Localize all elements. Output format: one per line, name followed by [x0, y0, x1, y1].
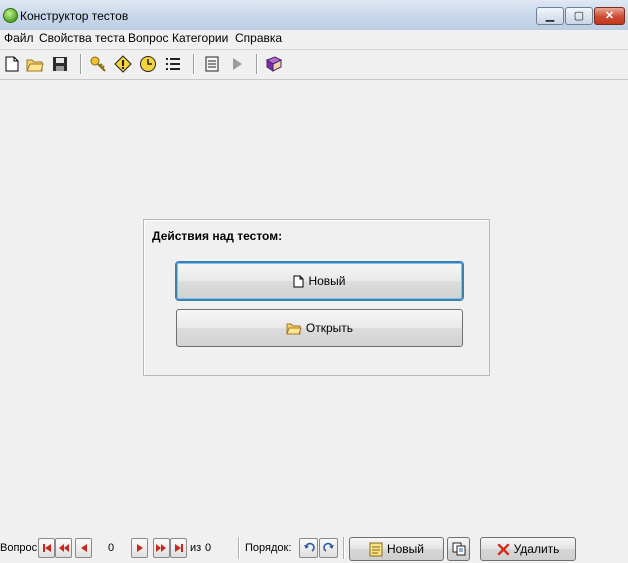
rotate-right-icon	[322, 542, 334, 552]
delete-question-label: Удалить	[513, 542, 560, 556]
notes-button[interactable]	[203, 55, 221, 73]
notes-icon	[205, 56, 219, 72]
toolbar-separator	[193, 54, 195, 74]
total-questions: 0	[205, 542, 212, 554]
order-label: Порядок:	[245, 542, 292, 554]
first-icon	[42, 544, 51, 552]
maximize-icon: ▢	[573, 9, 585, 22]
next-question-button[interactable]	[131, 538, 148, 558]
title-bar[interactable]: Конструктор тестов ▁ ▢ ✕	[0, 0, 628, 31]
clock-button[interactable]	[139, 55, 157, 73]
menu-bar: Файл Свойства теста Вопрос Категории Спр…	[0, 30, 628, 48]
copy-icon	[452, 542, 465, 556]
save-button[interactable]	[51, 55, 69, 73]
prev-icon	[80, 544, 87, 552]
bottom-separator	[238, 537, 240, 559]
menu-test-properties[interactable]: Свойства теста	[38, 31, 126, 45]
app-icon	[3, 8, 18, 23]
new-test-label: Новый	[308, 274, 346, 288]
last-question-button[interactable]	[170, 538, 187, 558]
book-icon	[265, 56, 283, 72]
order-redo-button[interactable]	[319, 538, 338, 558]
current-question-number: 0	[108, 542, 115, 554]
window-title: Конструктор тестов	[20, 9, 129, 23]
open-test-label: Открыть	[305, 321, 354, 335]
question-label: Вопрос:	[0, 542, 41, 554]
menu-help[interactable]: Справка	[234, 31, 283, 45]
delete-icon	[497, 543, 509, 555]
order-undo-button[interactable]	[299, 538, 318, 558]
toolbar	[0, 49, 628, 80]
new-question-button[interactable]: Новый	[349, 537, 444, 561]
prev-question-button[interactable]	[75, 538, 92, 558]
rewind-icon	[59, 544, 69, 552]
new-document-icon	[5, 56, 19, 72]
list-icon	[166, 58, 180, 70]
key-button[interactable]	[89, 55, 107, 73]
copy-question-button[interactable]	[447, 537, 470, 561]
of-label: из	[190, 542, 202, 554]
clock-icon	[140, 56, 156, 72]
menu-file[interactable]: Файл	[3, 31, 35, 45]
new-document-button[interactable]	[3, 55, 21, 73]
close-icon: ✕	[604, 9, 615, 22]
fast-forward-icon	[156, 544, 166, 552]
list-button[interactable]	[164, 55, 182, 73]
last-icon	[174, 544, 183, 552]
close-button[interactable]: ✕	[594, 7, 625, 25]
menu-question[interactable]: Вопрос	[127, 31, 170, 45]
delete-question-button[interactable]: Удалить	[480, 537, 576, 561]
new-document-icon	[293, 275, 304, 287]
test-actions-panel: Действия над тестом: Новый Открыть	[143, 219, 490, 376]
open-folder-icon	[26, 59, 44, 71]
new-test-button[interactable]: Новый	[176, 262, 463, 300]
new-note-icon	[369, 542, 383, 556]
key-icon	[90, 56, 106, 72]
question-navigation-bar: Вопрос: 0 из 0 Порядок: Новый Удалить	[0, 535, 628, 563]
fast-forward-button[interactable]	[153, 538, 170, 558]
fast-back-button[interactable]	[55, 538, 72, 558]
rotate-left-icon	[303, 542, 315, 552]
open-folder-icon	[286, 323, 302, 334]
toolbar-separator	[256, 54, 258, 74]
next-icon	[136, 544, 143, 552]
bottom-separator	[343, 537, 345, 559]
warning-icon	[114, 55, 132, 73]
toolbar-separator	[80, 54, 82, 74]
save-icon	[53, 57, 67, 71]
open-test-button[interactable]: Открыть	[176, 309, 463, 347]
book-button[interactable]	[265, 55, 283, 73]
panel-title: Действия над тестом:	[152, 229, 283, 243]
minimize-button[interactable]: ▁	[536, 7, 564, 25]
minimize-icon: ▁	[545, 9, 555, 22]
open-button[interactable]	[26, 55, 44, 73]
new-question-label: Новый	[386, 542, 425, 556]
run-button[interactable]	[228, 55, 246, 73]
menu-categories[interactable]: Категории	[171, 31, 229, 45]
warning-button[interactable]	[114, 55, 132, 73]
play-icon	[233, 58, 242, 70]
maximize-button[interactable]: ▢	[565, 7, 593, 25]
first-question-button[interactable]	[38, 538, 55, 558]
